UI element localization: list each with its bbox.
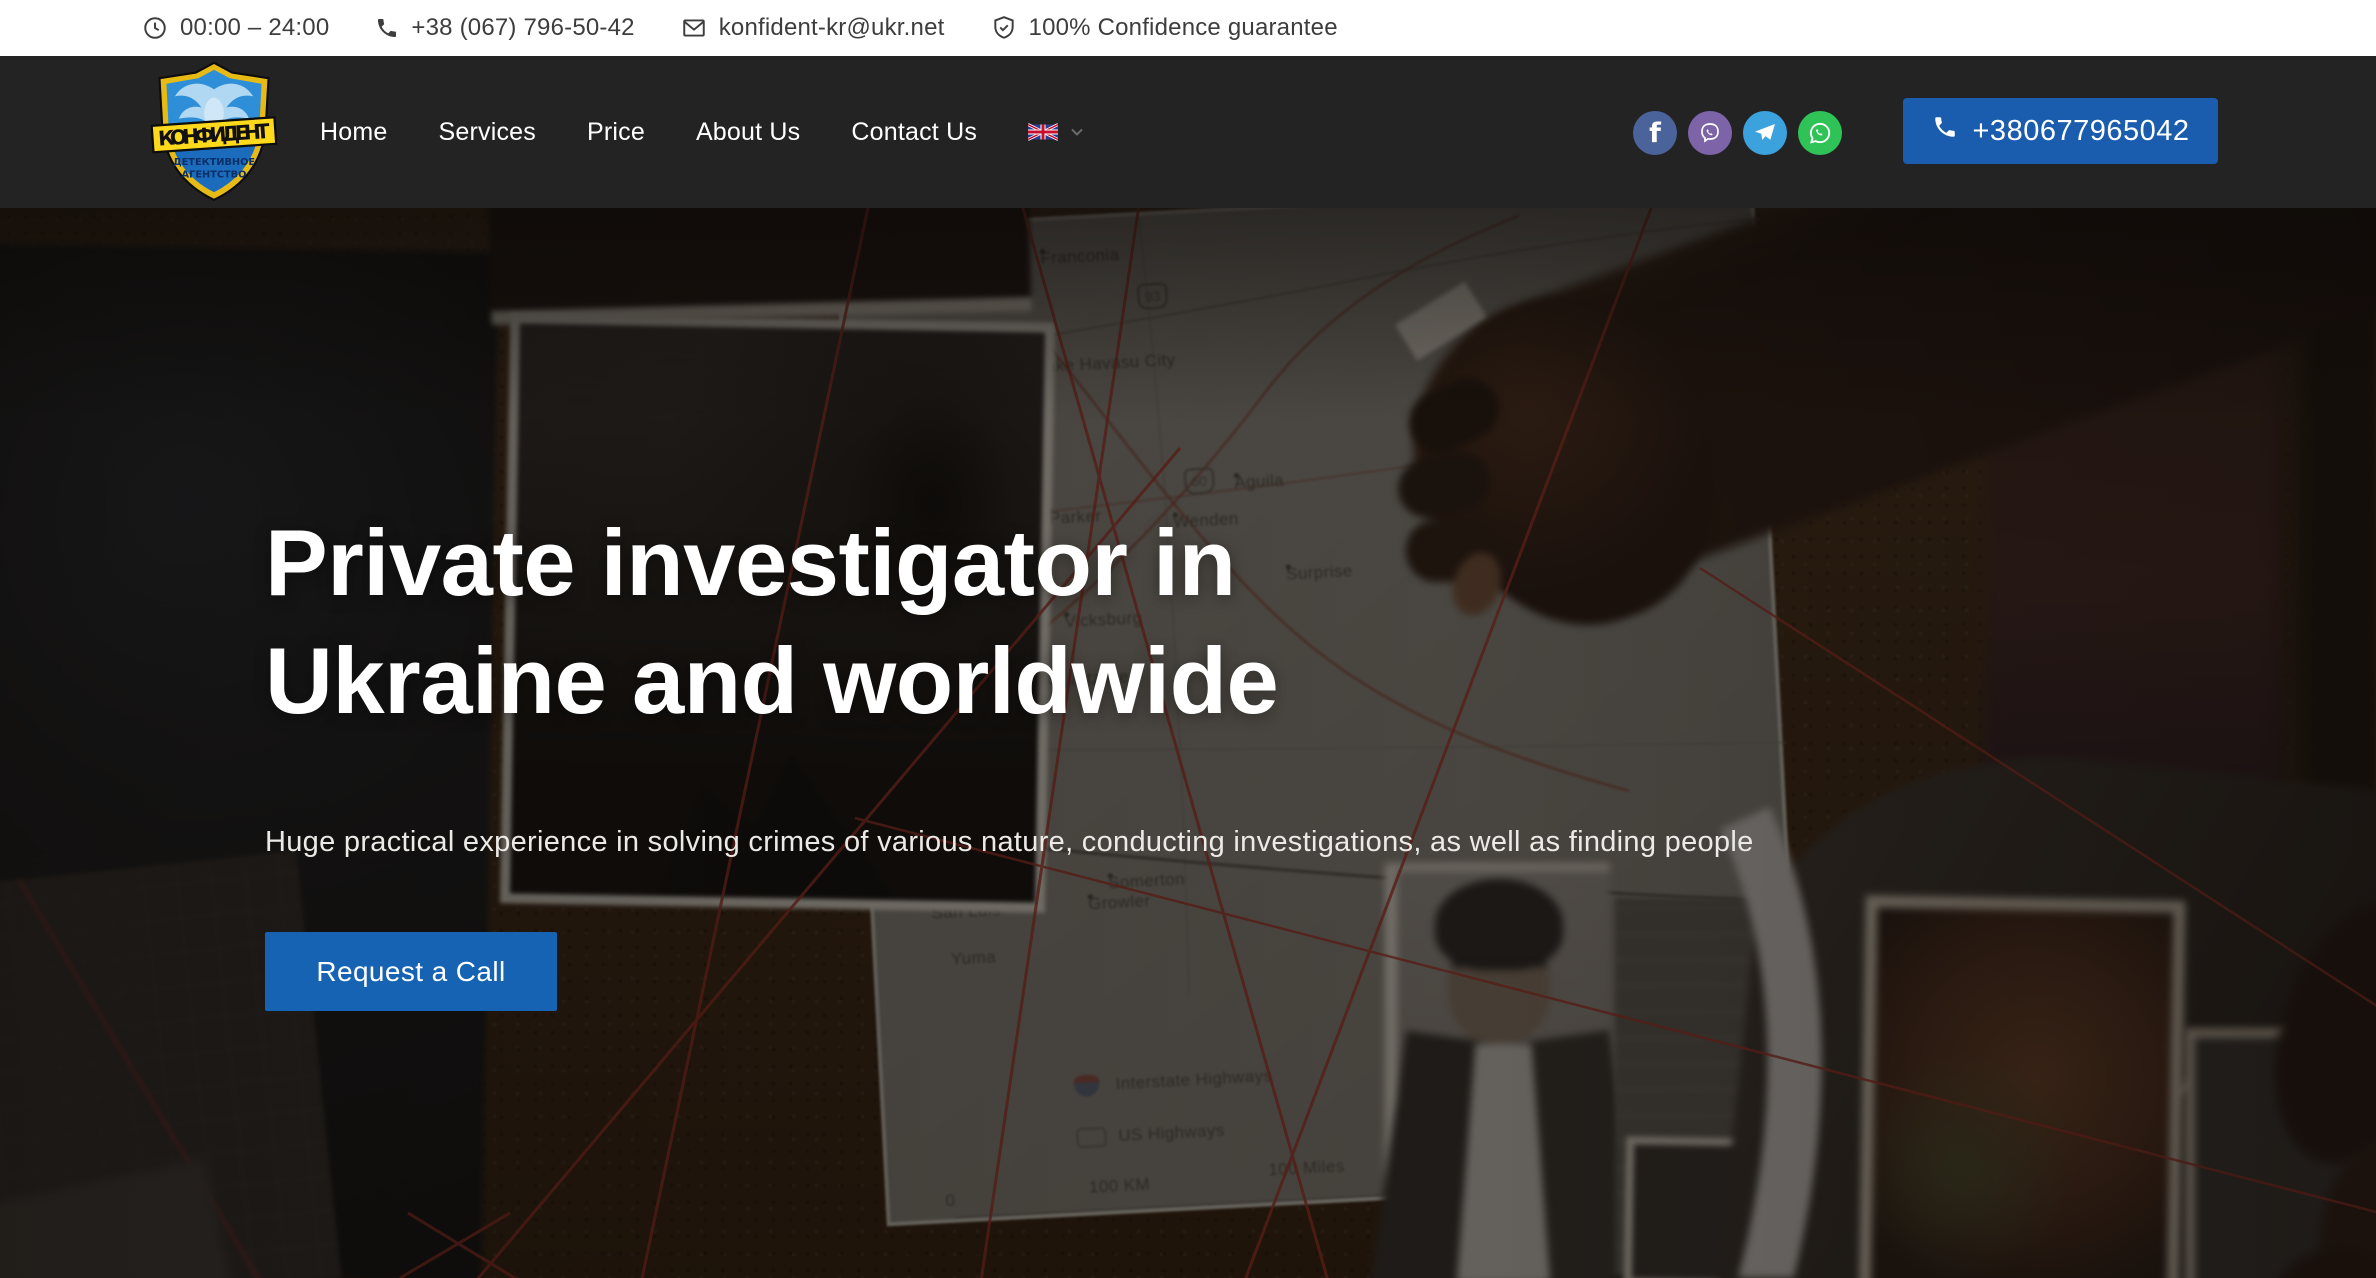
uk-flag-icon [1028,122,1058,142]
guarantee-note: 100% Confidence guarantee [991,14,1338,42]
menu-item-contact[interactable]: Contact Us [851,118,977,147]
working-hours-text: 00:00 – 24:00 [180,14,329,42]
hero-heading-line1: Private investigator in [265,504,1605,622]
guarantee-text: 100% Confidence guarantee [1029,14,1338,42]
request-call-button[interactable]: Request a Call [265,932,557,1011]
chevron-down-icon [1067,122,1087,142]
social-links: f [1633,111,1842,155]
phone-icon [375,16,399,40]
logo-subtitle-1: ДЕТЕКТИВНОЕ [173,157,255,168]
facebook-icon[interactable]: f [1633,111,1677,155]
agency-logo[interactable]: КОНФИДЕНТ ДЕТЕКТИВНОЕ АГЕНТСТВО [144,60,284,204]
logo-subtitle-2: АГЕНТСТВО [182,169,247,180]
phone-icon [1932,114,1958,148]
nav-phone-label: +380677965042 [1973,115,2190,148]
envelope-icon [681,15,707,41]
language-switcher[interactable] [1028,122,1087,142]
dark-overlay [0,208,2376,1278]
topbar-phone-text[interactable]: +38 (067) 796-50-42 [411,14,634,42]
menu-item-services[interactable]: Services [439,118,536,147]
menu-item-home[interactable]: Home [320,118,388,147]
main-menu: Home Services Price About Us Contact Us [320,56,1087,208]
topbar-email-text[interactable]: konfident-kr@ukr.net [719,14,945,42]
topbar-phone[interactable]: +38 (067) 796-50-42 [375,14,634,42]
menu-item-price[interactable]: Price [587,118,645,147]
hero-heading-line2: Ukraine and worldwide [265,622,1605,740]
nav-phone-button[interactable]: +380677965042 [1903,98,2218,164]
hero-heading: Private investigator in Ukraine and worl… [265,504,1605,741]
whatsapp-icon[interactable] [1798,111,1842,155]
topbar: 00:00 – 24:00 +38 (067) 796-50-42 konfid… [0,0,2376,56]
hero-subheading: Huge practical experience in solving cri… [265,826,1765,859]
telegram-icon[interactable] [1743,111,1787,155]
viber-icon[interactable] [1688,111,1732,155]
hero-section: Franconia 93 Lake Havasu City Parker Vic… [0,208,2376,1278]
clock-icon [142,15,168,41]
menu-item-about[interactable]: About Us [696,118,800,147]
navbar: КОНФИДЕНТ ДЕТЕКТИВНОЕ АГЕНТСТВО Home Ser… [0,56,2376,208]
topbar-email[interactable]: konfident-kr@ukr.net [681,14,945,42]
shield-check-icon [991,15,1017,41]
working-hours: 00:00 – 24:00 [142,14,329,42]
